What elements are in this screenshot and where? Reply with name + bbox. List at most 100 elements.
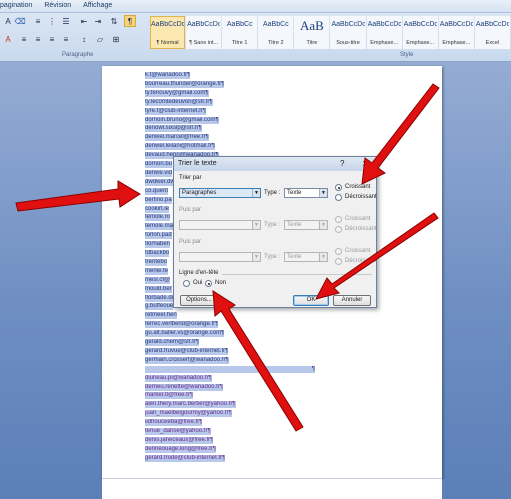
options-button[interactable]: Options... bbox=[180, 295, 218, 306]
then-ascending-radio[interactable] bbox=[335, 216, 342, 223]
shading-icon[interactable]: ▱ bbox=[94, 34, 106, 46]
header-no-radio[interactable] bbox=[205, 280, 212, 287]
style-sample: AaBbCcDc bbox=[475, 21, 509, 28]
document-line: fdbackbo bbox=[145, 250, 170, 257]
then-descending-radio[interactable] bbox=[335, 226, 342, 233]
style-gallery-item[interactable]: AaBbCcDc Emphase... bbox=[438, 16, 474, 49]
then2-ascending-radio[interactable] bbox=[335, 248, 342, 255]
style-sample: AaB bbox=[300, 18, 324, 33]
sort-by-dropdown[interactable]: Paragraphes ▼ bbox=[179, 188, 261, 198]
document-line: bourreau.thunder@orange.fr¶ bbox=[145, 80, 225, 88]
document-line: cookirt.le bbox=[145, 205, 170, 213]
header-row-divider bbox=[222, 274, 372, 275]
style-sample: AaBbCc bbox=[262, 21, 289, 28]
bullets-icon[interactable]: ≡ bbox=[32, 16, 44, 28]
style-gallery-item[interactable]: AaBbCcDc ¶ Normal bbox=[150, 16, 186, 49]
document-line: trentebo bbox=[145, 258, 168, 266]
sort-icon[interactable]: ⇅ bbox=[108, 16, 120, 28]
close-icon[interactable]: x bbox=[358, 158, 372, 169]
then-by2-label: Puis par bbox=[179, 239, 202, 245]
style-gallery-item[interactable]: AaBbCcDc Excel bbox=[474, 16, 510, 49]
sort-text-dialog: Trier le texte ? x Trier par Paragraphes… bbox=[173, 156, 377, 308]
next-page-edge bbox=[102, 478, 442, 499]
document-line: ferrec.verlbend@orange.fr¶ bbox=[145, 321, 219, 329]
style-gallery-item[interactable]: AaBbCcDc Emphase... bbox=[402, 16, 438, 49]
then-type2-dropdown[interactable]: Texte ▼ bbox=[284, 252, 328, 262]
document-line: temole.ro bbox=[145, 214, 171, 222]
then-ascending-label: Croissant bbox=[345, 216, 371, 222]
ok-button[interactable]: OK bbox=[293, 295, 329, 306]
borders-icon[interactable]: ⊞ bbox=[110, 34, 122, 46]
help-icon[interactable]: ? bbox=[340, 159, 344, 168]
justify-icon[interactable]: ≡ bbox=[60, 34, 72, 46]
style-name: ¶ Sans int... bbox=[189, 40, 219, 46]
font-size-grow-icon[interactable]: A bbox=[2, 16, 14, 28]
align-left-icon[interactable]: ≡ bbox=[18, 34, 30, 46]
font-color-icon[interactable]: A bbox=[2, 34, 14, 46]
style-gallery-item[interactable]: AaBbCcDc ¶ Sans int... bbox=[186, 16, 222, 49]
align-center-icon[interactable]: ≡ bbox=[32, 34, 44, 46]
ascending-radio[interactable] bbox=[335, 184, 342, 191]
numbering-icon[interactable]: ⋮ bbox=[46, 16, 58, 28]
style-gallery-item[interactable]: AaB Titre bbox=[294, 16, 330, 49]
style-sample: AaBbCcDc bbox=[151, 21, 185, 28]
document-line: forlon.pad bbox=[145, 232, 172, 240]
sort-type-dropdown[interactable]: Texte ▼ bbox=[284, 188, 328, 198]
then-by2-dropdown[interactable]: ▼ bbox=[179, 252, 261, 262]
descending-radio[interactable] bbox=[335, 194, 342, 201]
header-yes-label: Oui bbox=[193, 280, 203, 286]
document-line: gerard.fruvue@club-internet.fr¶ bbox=[145, 347, 229, 355]
style-gallery-item[interactable]: AaBbCc Titre 2 bbox=[258, 16, 294, 49]
style-name: ¶ Normal bbox=[156, 40, 179, 46]
document-line: denwel.leilani@hotmail.fr¶ bbox=[145, 143, 216, 151]
multilevel-list-icon[interactable]: ☰ bbox=[60, 16, 72, 28]
document-line: florhaberi bbox=[145, 241, 171, 249]
tab-pagination[interactable]: pagination bbox=[0, 0, 38, 12]
group-label-style: Style bbox=[400, 52, 414, 58]
document-line: germain.crossert@wanadoo.fr¶ bbox=[145, 356, 229, 364]
show-marks-icon[interactable]: ¶ bbox=[124, 15, 136, 27]
ribbon-tabs: pagination Révision Affichage bbox=[0, 0, 511, 13]
paragraph-tools: A ⌫ ≡ ⋮ ☰ ⇤ ⇥ ⇅ ¶ A ≡ ≡ ≡ ≡ ↕ ▱ ⊞ bbox=[2, 15, 147, 50]
then-by-dropdown[interactable]: ▼ bbox=[179, 220, 261, 230]
document-line: denwe.vid bbox=[145, 169, 173, 177]
style-name: Emphase... bbox=[370, 40, 399, 46]
style-sample: AaBbCcDc bbox=[439, 21, 473, 28]
document-line: bertino.pa bbox=[145, 196, 172, 204]
style-gallery-item[interactable]: AaBbCcDc Sous-titre bbox=[330, 16, 366, 49]
increase-indent-icon[interactable]: ⇥ bbox=[92, 16, 104, 28]
then-type-label: Type : bbox=[264, 222, 281, 228]
style-sample: AaBbCcDc bbox=[187, 21, 221, 28]
sort-type-value: Texte bbox=[287, 190, 302, 196]
line-spacing-icon[interactable]: ↕ bbox=[78, 34, 90, 46]
style-name: Titre 1 bbox=[232, 40, 248, 46]
cancel-button[interactable]: Annuler bbox=[333, 295, 371, 306]
document-line: tyre.f@club-internet.fr¶ bbox=[145, 107, 206, 115]
document-line: fnould.ber bbox=[145, 285, 172, 293]
then-type2-label: Type : bbox=[264, 254, 281, 260]
document-line: derneu.renette@wanadoo.fr¶ bbox=[145, 383, 224, 391]
document-line: gu.alt.baller.vs@orange.com¶ bbox=[145, 330, 225, 338]
then2-descending-label: Décroissant bbox=[345, 258, 377, 264]
header-yes-radio[interactable] bbox=[183, 280, 190, 287]
document-line: marker.tl@free.fr¶ bbox=[145, 392, 193, 400]
chevron-down-icon: ▼ bbox=[252, 189, 260, 197]
dialog-titlebar[interactable]: Trier le texte ? x bbox=[174, 157, 376, 171]
document-line: ty.fenouvy@gmail.com¶ bbox=[145, 89, 209, 97]
header-no-label: Non bbox=[215, 280, 227, 286]
then2-descending-radio[interactable] bbox=[335, 258, 342, 265]
document-line: iidhouceeba@free.fr¶ bbox=[145, 419, 203, 427]
chevron-down-icon: ▼ bbox=[319, 221, 327, 229]
tab-affichage[interactable]: Affichage bbox=[77, 0, 118, 12]
document-line: dornoin.bruno@gmail.com¶ bbox=[145, 116, 219, 124]
style-gallery-item[interactable]: AaBbCc Titre 1 bbox=[222, 16, 258, 49]
clear-format-icon[interactable]: ⌫ bbox=[14, 16, 26, 28]
style-gallery-item[interactable]: AaBbCcDc Emphase... bbox=[366, 16, 402, 49]
decrease-indent-icon[interactable]: ⇤ bbox=[78, 16, 90, 28]
then-type2-value: Texte bbox=[287, 254, 302, 260]
chevron-down-icon: ▼ bbox=[319, 253, 327, 261]
descending-label: Décroissant bbox=[345, 194, 377, 200]
then-type-dropdown[interactable]: Texte ▼ bbox=[284, 220, 328, 230]
align-right-icon[interactable]: ≡ bbox=[46, 34, 58, 46]
tab-revision[interactable]: Révision bbox=[38, 0, 77, 12]
